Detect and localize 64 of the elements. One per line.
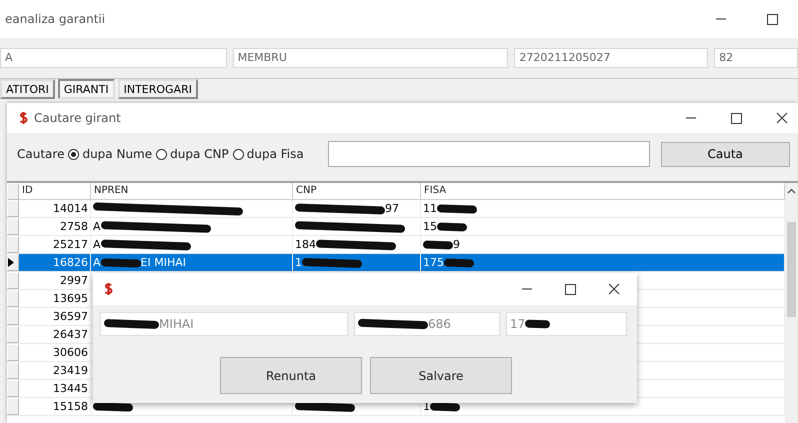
cell-text: 15: [423, 219, 437, 235]
radio-icon[interactable]: [156, 148, 168, 160]
cell-text: MIHAI: [159, 317, 194, 331]
search-field[interactable]: [328, 141, 650, 167]
radio-button[interactable]: dupa Fisa: [232, 147, 304, 161]
cell-text: 9: [453, 237, 460, 253]
text-field[interactable]: 82: [714, 48, 798, 68]
table-cell: 2758: [19, 218, 91, 235]
radio-icon[interactable]: [68, 148, 80, 160]
text-field[interactable]: A: [0, 48, 227, 68]
dollar-icon: [104, 282, 113, 296]
radio-icon[interactable]: [232, 148, 244, 160]
cell-text: A: [93, 237, 101, 253]
close-icon[interactable]: [608, 283, 620, 295]
maximize-icon[interactable]: [767, 14, 778, 24]
row-header[interactable]: [7, 254, 19, 271]
table-cell: 30606: [19, 344, 91, 361]
cell-text: 97: [385, 201, 399, 217]
maximize-icon[interactable]: [565, 284, 576, 294]
window-title: Cautare girant: [34, 111, 122, 125]
scroll-up-icon[interactable]: [787, 188, 796, 194]
cell-text: 11: [423, 201, 437, 217]
current-row-icon: [8, 258, 14, 267]
table-cell: 15158: [19, 398, 91, 415]
column-header[interactable]: ID: [19, 183, 91, 200]
cell-text: 184: [295, 237, 316, 253]
table-cell: 36597: [19, 308, 91, 325]
cell-text: 17: [510, 317, 526, 331]
cell-text: 686: [428, 317, 451, 331]
save-button[interactable]: Salvare: [370, 357, 512, 394]
table-cell: 23419: [19, 362, 91, 379]
dollar-icon: [19, 111, 28, 125]
column-header[interactable]: FISA: [421, 183, 785, 200]
close-icon[interactable]: [776, 112, 788, 124]
text-field[interactable]: MIHAI: [100, 312, 348, 336]
table-cell: 2997: [19, 272, 91, 289]
tab[interactable]: ATITORI: [0, 79, 55, 99]
table-cell: 26437: [19, 326, 91, 343]
text-field[interactable]: MEMBRU: [232, 48, 508, 68]
scrollbar[interactable]: [785, 183, 798, 423]
table-cell: 25217: [19, 236, 91, 253]
radio-button[interactable]: dupa CNP: [156, 147, 229, 161]
column-header[interactable]: CNP: [293, 183, 421, 200]
cell-text: A: [93, 255, 101, 271]
tab[interactable]: GIRANTI: [58, 79, 115, 99]
text-field[interactable]: 2720211205027: [514, 48, 708, 68]
window-title: eanaliza garantii: [5, 12, 106, 26]
cell-text: EI MIHAI: [140, 255, 186, 271]
tab[interactable]: INTEROGARI: [118, 79, 198, 99]
table-cell: 14014: [19, 200, 91, 217]
search-label: Cautare: [17, 147, 64, 161]
text-field[interactable]: 686: [354, 312, 500, 336]
cell-text: A: [93, 219, 101, 235]
radio-button[interactable]: dupa Nume: [68, 147, 152, 161]
text-field[interactable]: 17: [506, 312, 627, 336]
column-header[interactable]: NPREN: [91, 183, 293, 200]
cancel-button[interactable]: Renunta: [220, 357, 362, 394]
cell-text: 1: [295, 255, 302, 271]
cell-text: 175: [423, 255, 444, 271]
table-cell: 13445: [19, 380, 91, 397]
table-cell: 13695: [19, 290, 91, 307]
table-cell: 16826: [19, 254, 91, 271]
search-button[interactable]: Cauta: [660, 142, 790, 166]
maximize-icon[interactable]: [731, 112, 742, 124]
